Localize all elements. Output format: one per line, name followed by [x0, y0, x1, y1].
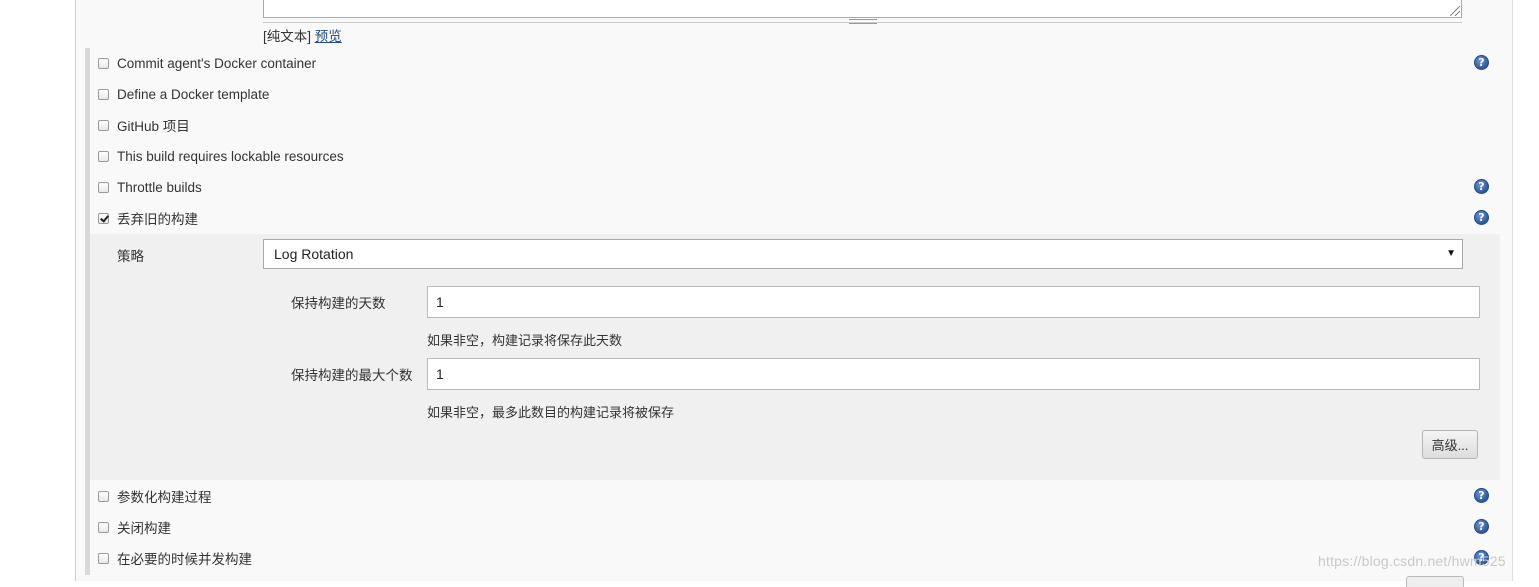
option-label: 关闭构建 [117, 521, 171, 536]
option-github-project[interactable]: GitHub 项目 [98, 115, 190, 135]
partially-visible-button[interactable] [1406, 576, 1464, 587]
checkbox-checked[interactable] [98, 212, 109, 224]
days-to-keep-input[interactable] [427, 286, 1480, 318]
option-label: 丢弃旧的构建 [117, 212, 198, 227]
help-icon[interactable]: ? [1474, 488, 1489, 503]
option-parameterized-build[interactable]: 参数化构建过程 [98, 486, 212, 506]
option-lockable-resources[interactable]: This build requires lockable resources [98, 146, 344, 166]
option-disable-build[interactable]: 关闭构建 [98, 517, 171, 537]
max-builds-input[interactable] [427, 358, 1480, 390]
max-builds-label: 保持构建的最大个数 [291, 368, 413, 383]
discard-builds-settings [90, 234, 1500, 480]
preview-link[interactable]: 预览 [315, 29, 342, 44]
help-icon[interactable]: ? [1474, 55, 1489, 70]
resize-grip-icon[interactable] [1450, 6, 1460, 16]
option-throttle-builds[interactable]: Throttle builds [98, 177, 202, 197]
option-label: Commit agent's Docker container [117, 55, 317, 71]
option-commit-docker[interactable]: Commit agent's Docker container [98, 53, 316, 73]
days-to-keep-label: 保持构建的天数 [291, 296, 386, 311]
help-icon[interactable]: ? [1474, 519, 1489, 534]
checkbox[interactable] [98, 552, 109, 564]
days-to-keep-hint: 如果非空，构建记录将保存此天数 [427, 333, 623, 348]
option-discard-old-builds[interactable]: 丢弃旧的构建 [98, 208, 198, 228]
checkbox[interactable] [98, 150, 109, 162]
textarea-divider [263, 22, 1462, 23]
max-builds-hint: 如果非空，最多此数目的构建记录将被保存 [427, 405, 675, 420]
advanced-button[interactable]: 高级... [1422, 430, 1478, 459]
checkbox[interactable] [98, 57, 109, 69]
watermark-text: https://blog.csdn.net/hwm525 [1318, 553, 1506, 569]
checkbox[interactable] [98, 181, 109, 193]
checkbox[interactable] [98, 521, 109, 533]
option-label: Throttle builds [117, 179, 202, 195]
help-icon[interactable]: ? [1474, 210, 1489, 225]
option-define-docker-template[interactable]: Define a Docker template [98, 84, 269, 104]
option-label: 在必要的时候并发构建 [117, 552, 252, 567]
dropdown-arrow-icon: ▼ [1446, 248, 1456, 259]
strategy-selected-value: Log Rotation [274, 246, 354, 262]
description-textarea[interactable] [263, 0, 1462, 18]
option-concurrent-builds[interactable]: 在必要的时候并发构建 [98, 548, 252, 568]
option-label: 参数化构建过程 [117, 490, 212, 505]
help-icon[interactable]: ? [1474, 179, 1489, 194]
strategy-select[interactable]: Log Rotation ▼ [263, 239, 1463, 269]
option-label: GitHub 项目 [117, 119, 190, 134]
description-format-line: [纯文本] 预览 [263, 25, 342, 45]
strategy-label: 策略 [117, 249, 144, 264]
option-label: This build requires lockable resources [117, 148, 344, 164]
checkbox[interactable] [98, 119, 109, 131]
option-label: Define a Docker template [117, 86, 270, 102]
checkbox[interactable] [98, 88, 109, 100]
plain-text-label: [纯文本] [263, 29, 312, 44]
checkbox[interactable] [98, 490, 109, 502]
